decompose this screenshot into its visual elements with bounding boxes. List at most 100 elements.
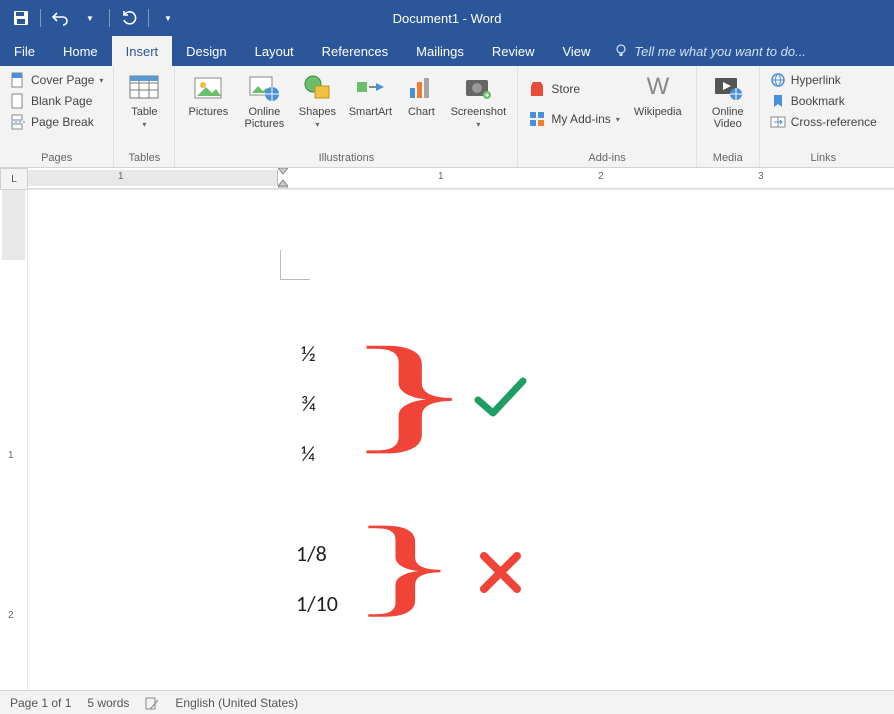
chart-label: Chart: [408, 106, 435, 118]
online-video-button[interactable]: Online Video: [703, 70, 753, 132]
blank-page-icon: [10, 93, 26, 109]
page-break-button[interactable]: Page Break: [6, 112, 107, 132]
ribbon-tabs: File Home Insert Design Layout Reference…: [0, 36, 894, 66]
tab-insert[interactable]: Insert: [112, 36, 173, 66]
indent-marker-icon[interactable]: [278, 168, 288, 188]
group-links: Hyperlink Bookmark Cross-reference Links: [760, 66, 887, 167]
blank-page-button[interactable]: Blank Page: [6, 91, 107, 111]
cross-icon: [478, 550, 523, 595]
table-label: Table: [131, 106, 157, 118]
group-illustrations: Pictures Online Pictures Shapes▾ SmartAr…: [175, 66, 518, 167]
wikipedia-button[interactable]: W Wikipedia: [626, 70, 690, 120]
cross-reference-label: Cross-reference: [791, 115, 877, 129]
ruler-tick: 1: [118, 171, 124, 182]
shapes-label: Shapes: [299, 106, 336, 118]
qat-separator: [40, 9, 41, 27]
status-bar: Page 1 of 1 5 words English (United Stat…: [0, 690, 894, 714]
tab-view[interactable]: View: [548, 36, 604, 66]
hyperlink-button[interactable]: Hyperlink: [766, 70, 881, 90]
qat-customize[interactable]: ▼: [155, 5, 181, 31]
my-addins-button[interactable]: My Add-ins ▾: [524, 108, 623, 130]
save-button[interactable]: [8, 5, 34, 31]
qat-separator: [109, 9, 110, 27]
undo-button[interactable]: [47, 5, 73, 31]
pictures-icon: [192, 72, 224, 104]
pictures-button[interactable]: Pictures: [181, 70, 235, 120]
page-break-icon: [10, 114, 26, 130]
ribbon: Cover Page▾ Blank Page Page Break Pages: [0, 66, 894, 168]
cover-page-icon: [10, 72, 26, 88]
ruler-tick: 1: [438, 171, 444, 182]
proofing-icon[interactable]: [145, 696, 159, 710]
group-links-label: Links: [766, 150, 881, 165]
cover-page-label: Cover Page: [31, 73, 94, 87]
table-button[interactable]: Table▾: [120, 70, 168, 131]
undo-dropdown[interactable]: ▼: [77, 5, 103, 31]
svg-text:W: W: [646, 73, 669, 100]
store-icon: [528, 80, 546, 98]
table-icon: [128, 72, 160, 104]
qat-separator: [148, 9, 149, 27]
tab-mailings[interactable]: Mailings: [402, 36, 478, 66]
blank-page-label: Blank Page: [31, 94, 92, 108]
tab-home[interactable]: Home: [49, 36, 112, 66]
crossref-icon: [770, 114, 786, 130]
group-tables: Table▾ Tables: [114, 66, 175, 167]
bookmark-button[interactable]: Bookmark: [766, 91, 881, 111]
status-page[interactable]: Page 1 of 1: [10, 696, 71, 710]
redo-button[interactable]: [116, 5, 142, 31]
group-media-label: Media: [703, 150, 753, 165]
fraction-eighth: 1/8: [296, 540, 327, 567]
ruler-tick: 2: [598, 171, 604, 182]
tell-me-placeholder: Tell me what you want to do...: [634, 44, 806, 59]
online-pictures-icon: [248, 72, 280, 104]
page-break-label: Page Break: [31, 115, 94, 129]
horizontal-ruler[interactable]: 1 1 2 3: [28, 168, 894, 189]
group-pages-label: Pages: [6, 150, 107, 165]
smartart-icon: [354, 72, 386, 104]
document-page[interactable]: ½ ¾ ¼ } 1/8 1/10 }: [28, 190, 894, 690]
group-tables-label: Tables: [120, 150, 168, 165]
tab-design[interactable]: Design: [172, 36, 240, 66]
screenshot-icon: [462, 72, 494, 104]
tab-layout[interactable]: Layout: [241, 36, 308, 66]
online-video-label: Online Video: [705, 106, 751, 130]
my-addins-label: My Add-ins: [551, 112, 610, 126]
tab-file[interactable]: File: [0, 36, 49, 66]
tab-selector[interactable]: L: [0, 168, 28, 190]
window-title: Document1 - Word: [393, 11, 502, 26]
redo-icon: [121, 10, 137, 26]
wikipedia-icon: W: [642, 72, 674, 104]
status-words[interactable]: 5 words: [87, 696, 129, 710]
cover-page-button[interactable]: Cover Page▾: [6, 70, 107, 90]
smartart-button[interactable]: SmartArt: [343, 70, 397, 120]
vruler-margin-shade: [2, 190, 25, 260]
vruler-tick: 1: [8, 450, 14, 461]
online-pictures-label: Online Pictures: [239, 106, 289, 130]
fraction-half: ½: [301, 340, 316, 367]
shapes-icon: [301, 72, 333, 104]
cross-reference-button[interactable]: Cross-reference: [766, 112, 881, 132]
ruler-tick: 3: [758, 171, 764, 182]
tab-review[interactable]: Review: [478, 36, 549, 66]
screenshot-button[interactable]: Screenshot▾: [445, 70, 511, 131]
chart-button[interactable]: Chart: [399, 70, 443, 120]
checkmark-icon: [473, 375, 528, 420]
tell-me-search[interactable]: Tell me what you want to do...: [604, 36, 806, 66]
group-addins: Store My Add-ins ▾ W Wikipedia Add-ins: [518, 66, 696, 167]
group-pages: Cover Page▾ Blank Page Page Break Pages: [0, 66, 114, 167]
hyperlink-label: Hyperlink: [791, 73, 841, 87]
pictures-label: Pictures: [189, 106, 229, 118]
shapes-button[interactable]: Shapes▾: [293, 70, 341, 131]
tab-references[interactable]: References: [308, 36, 402, 66]
store-button[interactable]: Store: [524, 78, 623, 100]
hyperlink-icon: [770, 72, 786, 88]
title-bar: ▼ ▼ Document1 - Word: [0, 0, 894, 36]
store-label: Store: [551, 82, 580, 96]
brace-icon: }: [341, 328, 478, 458]
brace-icon: }: [346, 510, 462, 620]
online-pictures-button[interactable]: Online Pictures: [237, 70, 291, 132]
video-icon: [712, 72, 744, 104]
vertical-ruler[interactable]: 1 2: [0, 190, 28, 690]
status-language[interactable]: English (United States): [175, 696, 298, 710]
